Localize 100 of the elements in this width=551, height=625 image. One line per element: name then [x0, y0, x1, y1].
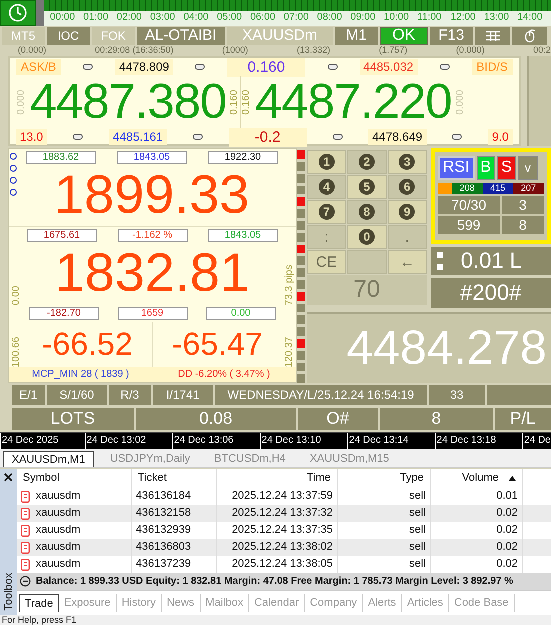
column-header[interactable]: Symbol [17, 469, 132, 488]
quote-value: 13.0 [16, 129, 48, 146]
side-value: 120.37 [284, 336, 294, 368]
quote-value: 4478.809 [115, 59, 174, 76]
summary-cell: LOTS [12, 408, 134, 430]
magic-tag: #200# [431, 278, 551, 308]
keypad-key[interactable]: 6 [388, 175, 427, 200]
keypad-key[interactable]: 9 [388, 200, 427, 224]
keypad-key[interactable]: . [388, 225, 427, 250]
column-header[interactable]: Time [217, 469, 338, 488]
ok-button[interactable]: OK [380, 26, 428, 45]
hour-label: 11:00 [417, 11, 443, 24]
table-cell-text: xauusdm [36, 506, 81, 522]
side-value: 0.000 [454, 90, 466, 115]
document-icon [21, 542, 30, 554]
bid-price: 4487.220 [254, 76, 453, 128]
column-header[interactable]: Volume [431, 469, 523, 488]
keypad-key[interactable]: : [307, 225, 346, 250]
hour-label: 00:00 [50, 11, 76, 24]
keypad-key[interactable]: 5 [347, 175, 387, 200]
toolbox-tab[interactable]: History [116, 594, 162, 612]
hour-label: 07:00 [284, 11, 310, 24]
profit-value: -66.52 [41, 325, 134, 364]
indicator-button[interactable]: S [497, 156, 516, 180]
keypad-key[interactable]: 7 [307, 200, 346, 224]
table-cell-text: xauusdm [36, 540, 81, 556]
table-cell: sell [338, 539, 431, 556]
scroll-strip [36, 0, 44, 26]
chart-tab[interactable]: BTCUSDm,H4 [206, 451, 294, 468]
mouse-button[interactable] [512, 26, 547, 45]
side-value: 0.00 [10, 286, 22, 306]
hour-label: 02:00 [116, 11, 143, 24]
toolbox-tab[interactable]: Code Base [449, 594, 515, 612]
column-header[interactable]: Type [338, 469, 431, 488]
keypad-key[interactable]: 1 [307, 150, 346, 174]
toolbar-button[interactable]: AL-OTAIBI [137, 26, 225, 45]
summary-cell: 8 [380, 408, 493, 430]
toolbox-tab[interactable]: Exposure [59, 594, 117, 612]
circle-icon [10, 177, 17, 184]
info-text: 00:2 [533, 45, 551, 56]
toolbox-tab[interactable]: News [162, 594, 201, 612]
toolbar-button[interactable]: F13 [430, 26, 473, 45]
close-icon[interactable] [4, 473, 13, 482]
quote-value: 4485.032 [360, 59, 418, 76]
keypad-key[interactable]: 0 [347, 225, 387, 250]
toolbar-button[interactable]: M1 [335, 26, 378, 45]
toolbox-tab[interactable]: Trade [19, 594, 60, 612]
status-bar-text: For Help, press F1 [0, 615, 551, 625]
hour-label: 14:00 [518, 11, 544, 24]
table-cell: 0.02 [431, 539, 523, 556]
toolbox-tab[interactable]: Company [305, 594, 364, 612]
balance-value: 1899.33 [53, 164, 251, 226]
table-cell: 2025.12.24 13:38:02 [217, 539, 338, 556]
column-header[interactable]: Ticket [132, 469, 217, 488]
toolbox-tab[interactable]: Articles [402, 594, 450, 612]
pill-icon [328, 64, 338, 70]
toolbox-tab[interactable]: Alerts [363, 594, 402, 612]
indicator-cell: 599 [438, 216, 500, 234]
quote-value: 9.0 [488, 129, 513, 146]
keypad-key[interactable]: 4 [307, 175, 346, 200]
toolbox-tab[interactable]: Mailbox [200, 594, 250, 612]
quote-value: -0.2 [228, 128, 307, 147]
toolbox-tab[interactable]: Calendar [249, 594, 306, 612]
table-cell-text: xauusdm [36, 557, 81, 572]
keypad-key[interactable]: 3 [388, 150, 427, 174]
indicator-button[interactable]: B [476, 156, 496, 180]
grid-button[interactable] [475, 26, 510, 45]
keypad-key[interactable]: 8 [347, 200, 387, 224]
value-box: -182.70 [29, 307, 99, 320]
count-badge: 415 [482, 183, 514, 194]
pips-value: 73.3 pips [284, 264, 294, 306]
side-value: 0.000 [16, 90, 27, 115]
chart-tab[interactable]: XAUUSDm,M15 [302, 451, 398, 468]
value-box: 1675.61 [27, 229, 97, 242]
status-cell: WEDNESDAY/L/25.12.24 16:54:19 [215, 385, 427, 406]
chart-tab[interactable]: XAUUSDm,M1 [3, 451, 94, 468]
indicator-button[interactable]: v [518, 156, 538, 180]
keypad-key[interactable]: CE [307, 250, 346, 274]
keypad-key[interactable]: ← [388, 250, 427, 274]
hour-label: 13:00 [484, 11, 510, 24]
side-value: 0.160 [229, 90, 240, 115]
keypad-key[interactable]: 2 [347, 150, 387, 174]
chart-tab[interactable]: USDJPYm,Daily [102, 451, 198, 468]
lot-size: 0.01 L [461, 248, 522, 274]
clock-button[interactable] [0, 0, 36, 26]
toolbar-button[interactable]: IOC [47, 26, 90, 45]
value-box: 1659 [118, 307, 188, 320]
value-box: 1843.05 [117, 151, 187, 164]
pill-icon [440, 64, 450, 70]
hour-label: 08:00 [317, 11, 344, 24]
indicator-button[interactable]: RSI [438, 156, 475, 180]
indicator-cell: 3 [502, 196, 544, 214]
indicator-cell: 8 [502, 216, 544, 234]
info-text: (1.757) [379, 45, 408, 56]
document-icon [21, 558, 30, 571]
quote-value: 4478.649 [368, 129, 427, 146]
collapse-icon[interactable] [20, 576, 31, 588]
equity-value: 1832.81 [54, 242, 252, 304]
info-text: (0.000) [456, 45, 485, 56]
table-cell: 2025.12.24 13:37:32 [217, 505, 338, 522]
